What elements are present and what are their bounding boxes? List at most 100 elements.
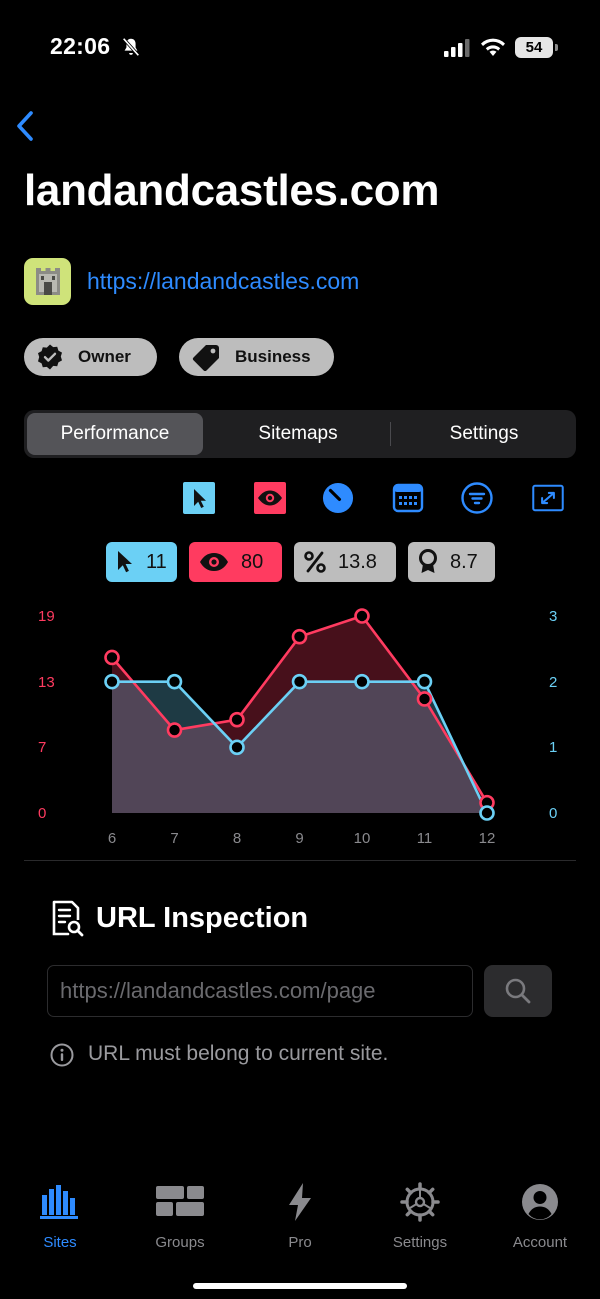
impressions-point [291,628,308,645]
y-left-tick-label: 0 [38,805,46,822]
clicks-metric[interactable]: 11 [106,542,177,582]
date-range-button[interactable] [392,482,424,514]
ctr-metric[interactable]: 13.8 [294,542,396,582]
x-tick-label: 9 [295,830,303,847]
bell-slash-icon [122,37,140,57]
verified-badge-icon [38,344,62,370]
page-title: landandcastles.com [24,166,440,215]
y-left-tick-label: 19 [38,608,55,625]
toggle-clicks-button[interactable] [183,482,215,514]
x-tick-label: 12 [479,830,496,847]
x-tick-label: 6 [108,830,116,847]
performance-chart: 19137032106 7 8 9 10 11 12 [38,608,557,847]
person-circle-icon [522,1184,558,1220]
search-icon [505,978,531,1004]
castle-icon [35,267,60,295]
url-input[interactable] [47,965,473,1017]
status-time: 22:06 [50,33,111,59]
impressions-point [104,649,120,666]
info-icon [50,1043,74,1067]
url-inspection-title: URL Inspection [96,902,309,934]
x-tick-label: 11 [417,830,433,847]
bolt-icon [289,1183,311,1221]
gauge-icon [322,482,354,514]
impressions-point [416,691,433,707]
clicks-point [416,673,433,690]
cursor-icon [118,551,132,573]
tab-groups[interactable]: Groups [120,1180,240,1256]
chevron-left-icon [17,111,33,141]
doc-search-icon [52,900,84,937]
expand-icon [532,484,564,512]
impressions-point [166,722,183,738]
clicks-point [354,673,370,690]
clicks-value: 11 [146,550,167,573]
position-metric[interactable]: 8.7 [408,542,495,582]
tab-divider [390,422,391,446]
toggle-impressions-button[interactable] [254,482,286,514]
business-label: Business [235,347,311,366]
clicks-point [104,673,120,690]
tab-sites[interactable]: Sites [0,1180,120,1256]
impressions-metric[interactable]: 80 [189,542,282,582]
section-tabs: Performance Sitemaps Settings [24,410,576,458]
eye-icon [254,482,286,514]
battery-level: 54 [525,39,543,56]
site-favicon [24,258,71,305]
x-tick-label: 10 [354,830,371,847]
y-right-tick-label: 3 [549,608,557,625]
home-indicator [193,1283,407,1289]
y-left-tick-label: 7 [38,739,46,756]
y-right-tick-label: 1 [549,739,557,756]
position-value: 8.7 [450,550,478,573]
tab-settings[interactable]: Settings [392,413,576,455]
impressions-value: 80 [241,550,264,573]
tag-icon [192,345,219,371]
section-divider [24,860,576,861]
inspect-search-button[interactable] [484,965,552,1017]
status-bar: 22:06 54 [0,0,600,96]
impressions-point [354,608,370,624]
gear-icon [400,1182,440,1222]
y-left-tick-label: 13 [38,674,55,691]
expand-chart-button[interactable] [532,482,564,514]
percent-icon [304,551,326,573]
x-tick-label: 7 [170,830,178,847]
clicks-point [291,673,308,690]
eye-icon [200,553,228,571]
tab-settings-label: Settings [392,1234,448,1251]
calendar-icon [392,483,424,513]
tab-settings-nav[interactable]: Settings [360,1180,480,1256]
battery-indicator: 54 [515,37,558,58]
y-right-tick-label: 0 [549,805,557,822]
tab-account-label: Account [512,1234,568,1251]
tab-pro-label: Pro [288,1234,312,1251]
url-inspection-note: URL must belong to current site. [88,1042,389,1065]
clicks-point [166,673,183,690]
clicks-point [229,739,245,756]
x-tick-label: 8 [233,830,241,847]
award-icon [419,549,437,573]
metric-mode-button[interactable] [322,482,354,514]
tab-performance[interactable]: Performance [27,413,203,455]
business-badge: Business [179,338,334,376]
grid-tiles-icon [156,1186,204,1216]
owner-label: Owner [78,347,131,366]
bar-chart-icon [40,1185,78,1219]
tab-sites-label: Sites [43,1234,77,1251]
ctr-value: 13.8 [338,550,377,573]
back-button[interactable] [10,106,40,146]
wifi-icon [481,38,505,56]
filter-icon [461,482,493,514]
tab-sitemaps[interactable]: Sitemaps [206,413,390,455]
owner-badge: Owner [24,338,157,376]
filter-button[interactable] [461,482,493,514]
tab-groups-label: Groups [155,1234,205,1251]
y-right-tick-label: 2 [549,674,557,691]
tab-pro[interactable]: Pro [240,1180,360,1256]
tab-account[interactable]: Account [480,1180,600,1256]
cellular-signal-icon [444,39,470,57]
clicks-point [479,805,495,821]
cursor-icon [183,482,215,514]
site-url-link[interactable]: https://landandcastles.com [87,268,359,295]
